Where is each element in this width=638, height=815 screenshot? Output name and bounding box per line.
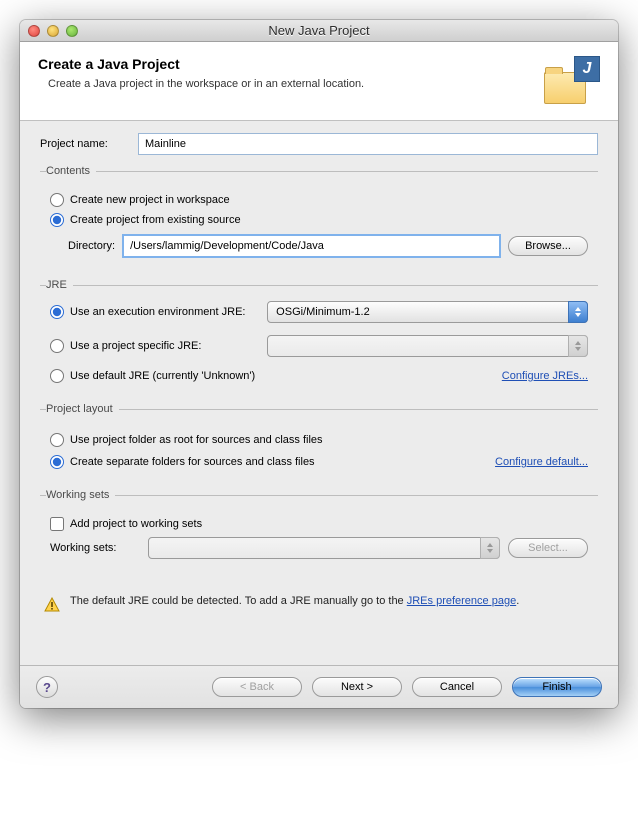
finish-button[interactable]: Finish <box>512 677 602 697</box>
wizard-footer: ? < Back Next > Cancel Finish <box>20 665 618 708</box>
radio-from-existing-source-input[interactable] <box>50 213 64 227</box>
execution-env-value: OSGi/Minimum-1.2 <box>276 306 370 318</box>
radio-project-specific-jre[interactable]: Use a project specific JRE: <box>50 339 255 353</box>
checkbox-add-to-working-sets-input[interactable] <box>50 517 64 531</box>
radio-create-in-workspace-input[interactable] <box>50 193 64 207</box>
contents-group: Contents Create new project in workspace… <box>40 165 598 271</box>
radio-create-in-workspace[interactable]: Create new project in workspace <box>50 193 588 207</box>
window-title: New Java Project <box>20 23 618 38</box>
checkbox-add-to-working-sets[interactable]: Add project to working sets <box>50 517 588 531</box>
radio-root-folder-label: Use project folder as root for sources a… <box>70 434 323 446</box>
radio-create-in-workspace-label: Create new project in workspace <box>70 194 230 206</box>
contents-legend: Contents <box>46 165 96 177</box>
working-sets-select <box>148 537 500 559</box>
dropdown-arrows-icon <box>568 301 588 323</box>
radio-default-jre[interactable]: Use default JRE (currently 'Unknown') <box>50 369 255 383</box>
warning-text-before: The default JRE could be detected. To ad… <box>70 595 407 607</box>
checkbox-add-to-working-sets-label: Add project to working sets <box>70 518 202 530</box>
titlebar[interactable]: New Java Project <box>20 20 618 42</box>
warning-text-after: . <box>516 595 519 607</box>
radio-separate-folders-label: Create separate folders for sources and … <box>70 456 315 468</box>
execution-env-select[interactable]: OSGi/Minimum-1.2 <box>267 301 588 323</box>
radio-default-jre-input[interactable] <box>50 369 64 383</box>
project-layout-legend: Project layout <box>46 403 119 415</box>
browse-button[interactable]: Browse... <box>508 236 588 256</box>
jre-group: JRE Use an execution environment JRE: OS… <box>40 279 598 395</box>
help-button[interactable]: ? <box>36 676 58 698</box>
project-name-input[interactable] <box>138 133 598 155</box>
back-button: < Back <box>212 677 302 697</box>
radio-root-folder[interactable]: Use project folder as root for sources a… <box>50 433 588 447</box>
radio-execution-env-input[interactable] <box>50 305 64 319</box>
next-button[interactable]: Next > <box>312 677 402 697</box>
warning-row: The default JRE could be detected. To ad… <box>40 579 598 617</box>
wizard-body: Project name: Contents Create new projec… <box>20 121 618 665</box>
configure-default-link[interactable]: Configure default... <box>495 456 588 468</box>
wizard-heading: Create a Java Project <box>38 56 364 72</box>
jres-preference-page-link[interactable]: JREs preference page <box>407 595 516 607</box>
radio-project-specific-jre-label: Use a project specific JRE: <box>70 340 201 352</box>
working-sets-label: Working sets: <box>50 542 140 554</box>
wizard-header: Create a Java Project Create a Java proj… <box>20 42 618 121</box>
wizard-icon: J <box>544 56 600 104</box>
working-sets-legend: Working sets <box>46 489 115 501</box>
directory-label: Directory: <box>68 240 115 252</box>
radio-execution-env[interactable]: Use an execution environment JRE: <box>50 305 255 319</box>
cancel-button[interactable]: Cancel <box>412 677 502 697</box>
project-specific-jre-select <box>267 335 588 357</box>
select-working-sets-button: Select... <box>508 538 588 558</box>
directory-input[interactable] <box>123 235 500 257</box>
dropdown-arrows-icon <box>568 335 588 357</box>
radio-from-existing-source[interactable]: Create project from existing source <box>50 213 588 227</box>
project-layout-group: Project layout Use project folder as roo… <box>40 403 598 481</box>
radio-default-jre-label: Use default JRE (currently 'Unknown') <box>70 370 255 382</box>
working-sets-group: Working sets Add project to working sets… <box>40 489 598 571</box>
radio-separate-folders[interactable]: Create separate folders for sources and … <box>50 455 315 469</box>
radio-project-specific-jre-input[interactable] <box>50 339 64 353</box>
radio-root-folder-input[interactable] <box>50 433 64 447</box>
wizard-subheading: Create a Java project in the workspace o… <box>48 78 364 90</box>
radio-from-existing-source-label: Create project from existing source <box>70 214 241 226</box>
dialog-window: New Java Project Create a Java Project C… <box>20 20 618 708</box>
radio-execution-env-label: Use an execution environment JRE: <box>70 306 245 318</box>
warning-icon <box>44 597 60 613</box>
dropdown-arrows-icon <box>480 537 500 559</box>
radio-separate-folders-input[interactable] <box>50 455 64 469</box>
java-badge-icon: J <box>574 56 600 82</box>
configure-jres-link[interactable]: Configure JREs... <box>502 370 588 382</box>
project-name-label: Project name: <box>40 138 130 150</box>
jre-legend: JRE <box>46 279 73 291</box>
